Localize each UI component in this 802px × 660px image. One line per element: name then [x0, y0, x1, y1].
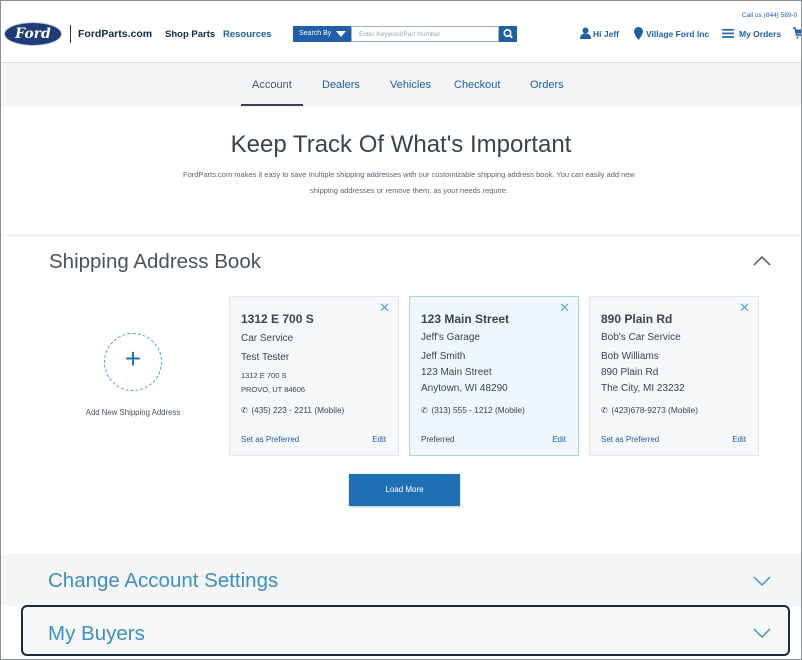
plus-icon: +: [124, 343, 142, 374]
preferred-label: Preferred: [421, 435, 455, 444]
address-card[interactable]: ✕ 1312 E 700 S Car Service Test Tester 1…: [229, 296, 399, 456]
chevron-up-icon[interactable]: [752, 254, 772, 268]
tab-checkout[interactable]: Checkout: [454, 79, 500, 91]
address-company: Jeff's Garage: [421, 332, 480, 343]
site-header: Ford FordParts.com Shop Parts Resources …: [1, 1, 801, 63]
nav-shop-parts[interactable]: Shop Parts: [165, 29, 215, 40]
tab-vehicles[interactable]: Vehicles: [390, 79, 431, 91]
my-orders-link[interactable]: My Orders: [739, 29, 781, 39]
phone-number: (435) 223 - 2211 (Mobile): [251, 405, 345, 415]
dealer-link[interactable]: Village Ford Inc: [646, 29, 709, 39]
add-address-button[interactable]: +: [104, 333, 162, 391]
add-address-label[interactable]: Add New Shipping Address: [73, 408, 193, 417]
site-name[interactable]: FordParts.com: [78, 28, 152, 40]
chevron-down-icon: [336, 31, 346, 37]
address-phone: ✆ (313) 555 - 1212 (Mobile): [421, 405, 525, 415]
list-icon: [722, 29, 734, 38]
chevron-down-icon[interactable]: [752, 626, 772, 640]
address-street-title: 123 Main Street: [421, 312, 510, 326]
address-line1: 123 Main Street: [421, 367, 492, 378]
cart-icon[interactable]: [793, 27, 802, 39]
close-icon[interactable]: ✕: [379, 300, 390, 316]
address-card[interactable]: ✕ 890 Plain Rd Bob's Car Service Bob Wil…: [589, 296, 759, 456]
edit-link[interactable]: Edit: [372, 435, 386, 444]
address-line1: 1312 E 700 S: [241, 371, 287, 380]
set-preferred-link[interactable]: Set as Preferred: [241, 435, 299, 444]
phone-icon: ✆: [241, 406, 248, 415]
chevron-down-icon[interactable]: [752, 574, 772, 588]
page-description: FordParts.com makes it easy to save mult…: [183, 170, 635, 195]
address-card-preferred[interactable]: ✕ 123 Main Street Jeff's Garage Jeff Smi…: [409, 296, 579, 456]
edit-link[interactable]: Edit: [732, 435, 746, 444]
address-name: Bob Williams: [601, 351, 659, 362]
logo-text: Ford: [15, 26, 51, 42]
address-line1: 890 Plain Rd: [601, 367, 659, 378]
tab-dealers[interactable]: Dealers: [322, 79, 360, 91]
account-settings-title[interactable]: Change Account Settings: [48, 569, 278, 593]
address-company: Car Service: [241, 333, 294, 344]
phone-icon: ✆: [601, 406, 608, 415]
search-input[interactable]: Enter Keyword/Part Number: [351, 26, 499, 42]
ford-logo[interactable]: Ford: [4, 22, 62, 46]
search-by-label: Search By: [299, 30, 332, 37]
close-icon[interactable]: ✕: [739, 300, 750, 316]
search-by-dropdown[interactable]: Search By: [293, 26, 351, 42]
active-tab-indicator: [241, 104, 303, 106]
nav-resources[interactable]: Resources: [223, 29, 272, 40]
address-city-state-zip: Anytown, WI 48290: [421, 383, 508, 394]
set-preferred-link[interactable]: Set as Preferred: [601, 435, 659, 444]
edit-link[interactable]: Edit: [552, 435, 566, 444]
address-phone: ✆ (435) 223 - 2211 (Mobile): [241, 405, 344, 415]
search-icon: [503, 28, 513, 39]
my-buyers-title[interactable]: My Buyers: [48, 622, 145, 646]
address-city-state-zip: PROVO, UT 84606: [241, 385, 306, 394]
address-street-title: 1312 E 700 S: [241, 312, 314, 326]
load-more-button[interactable]: Load More: [349, 474, 460, 506]
address-street-title: 890 Plain Rd: [601, 312, 673, 326]
address-company: Bob's Car Service: [601, 332, 681, 343]
tab-account[interactable]: Account: [252, 79, 292, 91]
search-button[interactable]: [499, 26, 517, 42]
phone-number: (313) 555 - 1212 (Mobile): [431, 405, 525, 415]
address-name: Jeff Smith: [421, 351, 466, 362]
address-city-state-zip: The City, MI 23232: [601, 383, 685, 394]
user-icon: [580, 27, 591, 39]
phone-icon: ✆: [421, 406, 428, 415]
location-pin-icon: [634, 27, 643, 40]
close-icon[interactable]: ✕: [559, 300, 570, 316]
page-title: Keep Track Of What's Important: [230, 131, 572, 158]
browser-frame: Ford FordParts.com Shop Parts Resources …: [0, 0, 802, 660]
logo-divider: [70, 25, 71, 43]
shipping-section-title[interactable]: Shipping Address Book: [49, 250, 261, 274]
tab-orders[interactable]: Orders: [530, 79, 564, 91]
address-name: Test Tester: [241, 352, 290, 363]
phone-number: (423)678-9273 (Mobile): [611, 405, 699, 415]
address-phone: ✆ (423)678-9273 (Mobile): [601, 405, 698, 415]
account-greeting[interactable]: Hi Jeff: [593, 29, 619, 39]
call-us-text[interactable]: Call us (844) 589-0: [742, 12, 797, 19]
